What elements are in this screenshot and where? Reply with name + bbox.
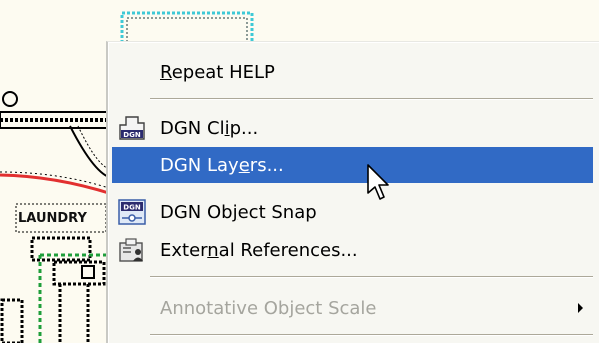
svg-text:DGN: DGN [123, 131, 141, 139]
menu-item-dgn-layers[interactable]: DGN Layers... [112, 147, 593, 183]
menu-item-external-references[interactable]: External References... [112, 232, 593, 268]
menu-separator [150, 98, 593, 100]
menu-separator [150, 334, 593, 336]
menu-item-annotative-object-scale[interactable]: Annotative Object Scale [112, 290, 593, 326]
svg-text:DGN: DGN [123, 204, 141, 212]
context-menu: Repeat HELP DGN DGN Clip... DGN Layers..… [106, 41, 599, 343]
laundry-label: LAUNDRY [18, 211, 87, 226]
menu-item-dgn-clip[interactable]: DGN DGN Clip... [112, 110, 593, 146]
mouse-pointer-icon [367, 164, 389, 200]
submenu-arrow-icon [578, 303, 583, 313]
drawing-canvas[interactable]: LAUNDRY Repeat HELP DGN DGN Clip... DGN … [0, 0, 599, 343]
dgn-clip-icon: DGN [119, 116, 145, 140]
menu-separator [150, 276, 593, 278]
menu-item-repeat-help[interactable]: Repeat HELP [112, 54, 593, 90]
external-references-icon [119, 238, 143, 262]
menu-item-dgn-object-snap[interactable]: DGN DGN Object Snap [112, 194, 593, 230]
dgn-object-snap-icon: DGN [118, 199, 146, 225]
